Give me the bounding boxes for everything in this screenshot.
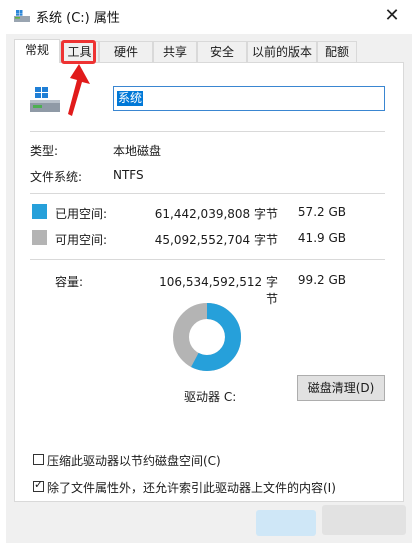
- index-checkbox[interactable]: ✓: [33, 478, 44, 492]
- used-space-swatch: [32, 204, 47, 219]
- close-icon: ✕: [384, 5, 400, 26]
- tab-general[interactable]: 常规: [14, 39, 60, 63]
- usage-donut-chart: [173, 303, 241, 371]
- compress-checkbox[interactable]: [33, 454, 44, 465]
- used-space-label: 已用空间:: [55, 207, 108, 221]
- capacity-gb: 99.2 GB: [297, 273, 346, 287]
- index-checkmark: ✓: [34, 478, 44, 491]
- tab-quota[interactable]: 配额: [317, 41, 357, 62]
- blurred-watermark: [322, 505, 406, 535]
- drive-name-input[interactable]: 系统: [113, 86, 385, 111]
- divider: [30, 193, 385, 194]
- drive-letter-label: 驱动器 C:: [184, 390, 237, 404]
- free-space-label: 可用空间:: [55, 233, 108, 247]
- blurred-watermark: [256, 510, 316, 536]
- type-value: 本地磁盘: [113, 144, 162, 158]
- compress-label[interactable]: 压缩此驱动器以节约磁盘空间(C): [47, 452, 221, 469]
- divider: [30, 259, 385, 260]
- disk-cleanup-button[interactable]: 磁盘清理(D): [297, 375, 385, 401]
- left-edge: [0, 34, 6, 543]
- drive-icon: [14, 10, 30, 22]
- free-space-bytes: 45,092,552,704 字节: [154, 233, 278, 247]
- drive-large-icon: [30, 87, 60, 112]
- tab-sharing[interactable]: 共享: [153, 41, 197, 62]
- filesystem-label: 文件系统:: [30, 170, 83, 184]
- free-space-swatch: [32, 230, 47, 245]
- tools-tab-highlight: [61, 40, 96, 64]
- used-space-gb: 57.2 GB: [297, 205, 346, 219]
- type-label: 类型:: [30, 144, 59, 158]
- tab-previous-versions[interactable]: 以前的版本: [247, 41, 317, 62]
- used-space-bytes: 61,442,039,808 字节: [154, 207, 278, 221]
- close-button[interactable]: ✕: [381, 5, 403, 27]
- tab-security[interactable]: 安全: [197, 41, 247, 62]
- annotation-arrow-icon: [68, 64, 90, 116]
- index-label[interactable]: 除了文件属性外，还允许索引此驱动器上文件的内容(I): [47, 479, 336, 496]
- free-space-gb: 41.9 GB: [297, 231, 346, 245]
- divider: [30, 131, 385, 132]
- properties-window: 系统 (C:) 属性 ✕ 常规 工具 硬件 共享 安全 以前的版本 配额 系统 …: [0, 0, 412, 543]
- tab-hardware[interactable]: 硬件: [99, 41, 153, 62]
- filesystem-value: NTFS: [113, 168, 144, 182]
- capacity-label: 容量:: [55, 275, 84, 289]
- title-bar[interactable]: 系统 (C:) 属性 ✕: [0, 0, 412, 34]
- window-title: 系统 (C:) 属性: [36, 11, 120, 26]
- drive-name-value: 系统: [117, 91, 144, 106]
